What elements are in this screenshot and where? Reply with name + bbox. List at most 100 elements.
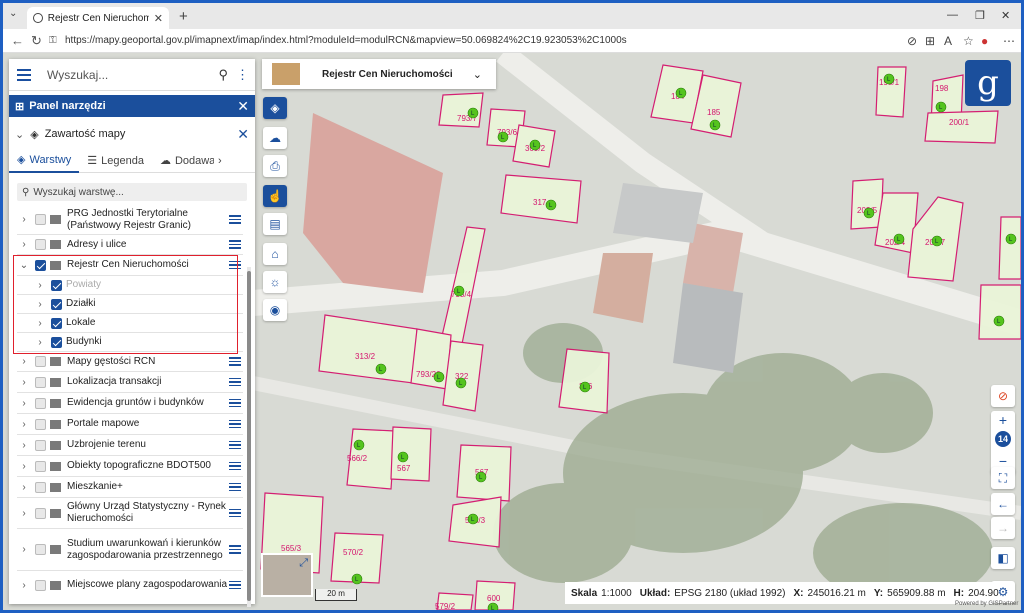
layer-row[interactable]: › Ewidencja gruntów i budynków: [17, 393, 243, 414]
chevron-right-icon[interactable]: ›: [17, 440, 31, 451]
menu-icon[interactable]: [17, 66, 31, 84]
search-icon[interactable]: ⚲: [218, 67, 228, 83]
layer-checkbox[interactable]: [35, 507, 46, 519]
clipboard-button[interactable]: ▤: [263, 213, 287, 235]
cloud-button[interactable]: ☁: [263, 127, 287, 149]
pointer-button[interactable]: ☝: [263, 185, 287, 207]
chevron-right-icon[interactable]: ›: [17, 482, 31, 493]
layer-menu-icon[interactable]: [229, 507, 241, 520]
chevron-right-icon[interactable]: ›: [17, 377, 31, 388]
layer-menu-icon[interactable]: [229, 238, 241, 251]
layer-menu-icon[interactable]: [229, 397, 241, 410]
layer-checkbox[interactable]: [35, 460, 46, 472]
translate-icon[interactable]: A: [944, 34, 952, 48]
tab-dodawanie[interactable]: ☁Dodawanie: [152, 149, 214, 173]
layer-menu-icon[interactable]: [229, 439, 241, 452]
layer-checkbox[interactable]: [35, 418, 46, 430]
new-tab-icon[interactable]: +: [179, 8, 188, 25]
layer-menu-icon[interactable]: [229, 579, 241, 592]
browser-tab[interactable]: Rejestr Cen Nieruchomości - Geop ✕: [27, 7, 169, 29]
layer-row[interactable]: › Studium uwarunkowań i kierunków zagosp…: [17, 529, 243, 571]
layer-menu-icon[interactable]: [229, 481, 241, 494]
chevron-right-icon[interactable]: ›: [17, 239, 31, 250]
layer-row[interactable]: › Mapy gęstości RCN: [17, 352, 243, 372]
layer-row[interactable]: › Portale mapowe: [17, 414, 243, 435]
back-view-button[interactable]: ←: [991, 493, 1015, 515]
url-field[interactable]: https://mapy.geoportal.gov.pl/imapnext/i…: [65, 35, 627, 46]
close-window-icon[interactable]: ✕: [1001, 9, 1010, 22]
chevron-right-icon[interactable]: ›: [17, 580, 31, 591]
search-input[interactable]: Wyszukaj...: [47, 68, 218, 82]
camera-button[interactable]: ◉: [263, 299, 287, 321]
location-off-button[interactable]: ⊘: [991, 385, 1015, 407]
layer-row[interactable]: › Uzbrojenie terenu: [17, 435, 243, 456]
scrollbar[interactable]: [247, 267, 251, 607]
overview-map[interactable]: ⤢: [261, 553, 313, 597]
layer-menu-icon[interactable]: [229, 460, 241, 473]
map-view[interactable]: 184 185 198/1 198 200/1 793/7 793/6 309/…: [3, 53, 1021, 610]
layer-row[interactable]: › Lokalizacja transakcji: [17, 372, 243, 393]
chevron-right-icon[interactable]: ›: [17, 356, 31, 367]
tab-warstwy[interactable]: ◈ Warstwy: [9, 149, 80, 173]
back-icon[interactable]: ←: [11, 33, 24, 48]
layer-checkbox[interactable]: [35, 356, 46, 367]
favorite-icon[interactable]: ☆: [963, 34, 974, 48]
map-content-header[interactable]: ⌄ ◈ Zawartość mapy ✕: [9, 123, 255, 145]
layer-checkbox[interactable]: [35, 579, 46, 591]
layer-menu-icon[interactable]: [229, 355, 241, 368]
chevron-right-icon[interactable]: ›: [17, 419, 31, 430]
chevron-right-icon[interactable]: ›: [17, 214, 31, 225]
crs-value[interactable]: EPSG 2180 (układ 1992): [674, 588, 785, 599]
chevron-right-icon[interactable]: ›: [17, 461, 31, 472]
layer-checkbox[interactable]: [35, 439, 46, 451]
chevron-right-icon[interactable]: ›: [218, 155, 222, 167]
close-content-icon[interactable]: ✕: [237, 126, 249, 143]
layer-row[interactable]: › Mieszkanie+: [17, 477, 243, 498]
tracking-icon[interactable]: ⊘: [907, 34, 917, 48]
print-button[interactable]: ⎙: [263, 155, 287, 177]
layer-row[interactable]: › Miejscowe plany zagospodarowania: [17, 571, 243, 599]
minimize-icon[interactable]: —: [947, 9, 958, 21]
zoom-in-button[interactable]: +: [991, 412, 1015, 428]
layer-row[interactable]: › Obiekty topograficzne BDOT500: [17, 456, 243, 477]
layer-checkbox[interactable]: [35, 544, 46, 555]
more-icon[interactable]: ⋯: [1003, 34, 1015, 48]
layer-menu-icon[interactable]: [229, 376, 241, 389]
layer-checkbox[interactable]: [35, 376, 46, 388]
extension-icon[interactable]: ●: [981, 34, 988, 48]
chevron-right-icon[interactable]: ›: [17, 544, 31, 555]
chevron-right-icon[interactable]: ›: [17, 398, 31, 409]
layers-button[interactable]: ◈: [263, 97, 287, 119]
cloud-icon: ☁: [159, 155, 171, 167]
site-info-icon[interactable]: ⚿: [49, 35, 57, 46]
sun-button[interactable]: ☼: [263, 271, 287, 293]
layer-row[interactable]: › Główny Urząd Statystyczny - Rynek Nier…: [17, 498, 243, 529]
layer-row[interactable]: › PRG Jednostki Terytorialne (Państwowy …: [17, 205, 243, 235]
layer-search-input[interactable]: ⚲ Wyszukaj warstwę...: [17, 183, 247, 201]
reader-icon[interactable]: ⊞: [925, 34, 935, 48]
expand-icon[interactable]: ⤢: [299, 557, 308, 570]
scale-value[interactable]: 1:1000: [601, 588, 632, 599]
fullscreen-button[interactable]: ⛶: [991, 467, 1015, 489]
close-tab-icon[interactable]: ✕: [154, 12, 163, 25]
layer-checkbox[interactable]: [35, 239, 46, 250]
layer-menu-icon[interactable]: [229, 213, 241, 226]
close-panel-icon[interactable]: ✕: [237, 98, 249, 115]
refresh-icon[interactable]: ↻: [31, 33, 42, 49]
layer-menu-icon[interactable]: [229, 543, 241, 556]
tab-list-chevron-icon[interactable]: ⌄: [9, 8, 17, 19]
layer-checkbox[interactable]: [35, 481, 46, 493]
layer-menu-icon[interactable]: [229, 418, 241, 431]
geoportal-logo[interactable]: g: [965, 60, 1011, 106]
basemap-button[interactable]: ◧: [991, 547, 1015, 569]
layer-row[interactable]: › Adresy i ulice: [17, 235, 243, 255]
chevron-right-icon[interactable]: ›: [17, 508, 31, 519]
home-button[interactable]: ⌂: [263, 243, 287, 265]
module-selector[interactable]: Rejestr Cen Nieruchomości ⌄: [262, 59, 496, 89]
kebab-menu-icon[interactable]: ⋮: [236, 67, 249, 83]
layer-checkbox[interactable]: [35, 397, 46, 409]
tab-legenda[interactable]: ☰ Legenda: [79, 149, 152, 173]
forward-view-button[interactable]: →: [991, 517, 1015, 539]
layer-checkbox[interactable]: [35, 214, 46, 225]
restore-icon[interactable]: ❐: [975, 9, 985, 22]
